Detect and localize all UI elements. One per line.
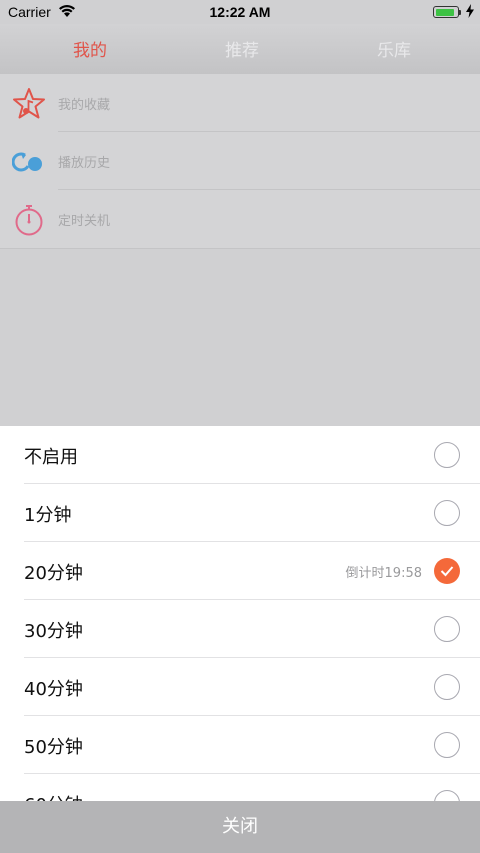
menu-item-label: 播放历史 (58, 156, 111, 171)
radio-button-checked[interactable] (434, 558, 460, 584)
charging-bolt-icon (466, 4, 474, 18)
radio-button[interactable] (434, 500, 460, 526)
menu-item-favorites[interactable]: 我的收藏 (0, 74, 480, 132)
battery-tip (459, 10, 461, 15)
option-label: 60分钟 (24, 791, 83, 801)
status-bar: Carrier 12:22 AM (0, 0, 480, 24)
countdown-text: 倒计时19:58 (345, 566, 422, 581)
menu-item-history[interactable]: 播放历史 (0, 132, 480, 190)
tab-recommend[interactable]: 推荐 (182, 36, 302, 61)
sleep-timer-sheet: 不启用 1分钟 20分钟 倒计时19:58 30分钟 40分钟 50分钟 60分… (0, 426, 480, 801)
option-label: 30分钟 (24, 621, 83, 642)
timer-option-30min[interactable]: 30分钟 (0, 600, 480, 658)
battery-icon (433, 6, 459, 18)
timer-option-60min[interactable]: 60分钟 (0, 774, 480, 801)
tab-library[interactable]: 乐库 (334, 36, 454, 61)
clock: 12:22 AM (209, 4, 271, 20)
radio-button[interactable] (434, 674, 460, 700)
star-music-icon (13, 88, 45, 119)
top-tab-bar: 我的 推荐 乐库 (0, 24, 480, 74)
timer-option-disabled[interactable]: 不启用 (0, 426, 480, 484)
option-label: 20分钟 (24, 563, 83, 584)
option-label: 40分钟 (24, 679, 83, 700)
stopwatch-icon (15, 205, 43, 236)
timer-option-50min[interactable]: 50分钟 (0, 716, 480, 774)
tab-mine[interactable]: 我的 (30, 36, 150, 61)
timer-option-20min[interactable]: 20分钟 倒计时19:58 (0, 542, 480, 600)
timer-option-40min[interactable]: 40分钟 (0, 658, 480, 716)
radio-button[interactable] (434, 616, 460, 642)
menu-item-label: 我的收藏 (58, 98, 111, 113)
radio-button[interactable] (434, 442, 460, 468)
history-icon (12, 152, 42, 172)
close-button[interactable]: 关闭 (0, 801, 480, 853)
option-label: 1分钟 (24, 505, 72, 526)
radio-button[interactable] (434, 732, 460, 758)
option-label: 50分钟 (24, 737, 83, 758)
mine-menu-list: 我的收藏 播放历史 定时关机 (0, 74, 480, 249)
option-label: 不启用 (24, 447, 78, 468)
menu-item-label: 定时关机 (58, 214, 111, 229)
radio-button[interactable] (434, 790, 460, 801)
menu-item-sleep-timer[interactable]: 定时关机 (0, 190, 480, 248)
checkmark-icon (440, 566, 454, 577)
timer-option-1min[interactable]: 1分钟 (0, 484, 480, 542)
